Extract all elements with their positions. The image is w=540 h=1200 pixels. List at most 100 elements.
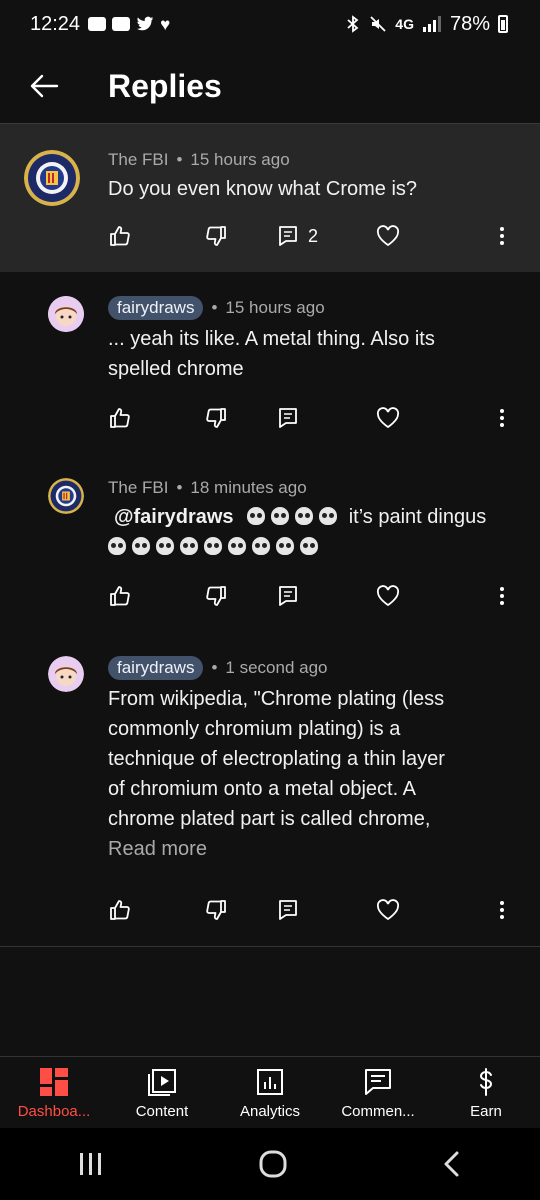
heart-icon — [376, 585, 400, 607]
heart-notification-icon: ♥ — [160, 14, 171, 34]
skull-emoji — [295, 507, 314, 525]
reply-item: The FBI • 18 minutes ago @fairydraws it’… — [0, 462, 540, 634]
reply-button[interactable] — [278, 398, 298, 438]
content-icon — [148, 1069, 176, 1096]
recent-apps-icon[interactable] — [76, 1151, 106, 1177]
skull-emoji — [247, 507, 266, 525]
battery-icon — [498, 15, 508, 33]
nav-comments[interactable]: Commen... — [324, 1057, 432, 1128]
parent-comment: The FBI • 15 hours ago Do you even know … — [0, 124, 540, 272]
earn-icon — [479, 1068, 493, 1096]
reply-actions — [0, 398, 540, 438]
network-type: 4G — [395, 16, 414, 32]
reply-icon — [279, 900, 297, 920]
reply-text-line: of chromium onto a metal object. A — [108, 778, 416, 800]
fbi-seal-icon — [24, 150, 80, 206]
user-avatar[interactable] — [48, 296, 84, 332]
bluetooth-icon — [347, 15, 359, 33]
author-chip[interactable]: fairydraws — [108, 296, 204, 320]
reply-time: 15 hours ago — [225, 298, 325, 317]
page-title: Replies — [108, 67, 222, 104]
reply-time: 1 second ago — [225, 658, 328, 677]
app-header: Replies — [0, 48, 540, 124]
nav-label: Analytics — [239, 1103, 301, 1120]
heart-button[interactable] — [376, 216, 400, 256]
user-avatar[interactable] — [48, 656, 84, 692]
reply-item: fairydraws • 1 second ago From wikipedia… — [0, 634, 540, 946]
nav-label: Earn — [470, 1103, 502, 1120]
skull-emoji — [319, 507, 338, 525]
more-options-button[interactable] — [492, 576, 512, 616]
comment-meta: The FBI • 15 hours ago — [108, 150, 290, 170]
reply-text-line: From wikipedia, "Chrome plating (less — [108, 688, 445, 710]
dislike-button[interactable] — [204, 576, 228, 616]
home-icon[interactable] — [258, 1149, 288, 1179]
read-more-link[interactable]: Read more — [108, 834, 528, 864]
fbi-seal-icon — [48, 478, 84, 514]
reply-button[interactable] — [278, 576, 298, 616]
nav-analytics[interactable]: Analytics — [216, 1057, 324, 1128]
reply-text-line: spelled chrome — [108, 358, 244, 380]
reply-icon — [279, 408, 297, 428]
meta-separator: • — [211, 658, 218, 677]
reply-text: @fairydraws it’s paint dingus — [108, 502, 518, 562]
youtube-notification-icon — [112, 17, 131, 31]
bottom-navigation: Dashboa... Content Analytics Commen... E… — [0, 1056, 540, 1128]
more-options-button[interactable] — [492, 216, 512, 256]
list-divider — [0, 946, 540, 947]
author-chip[interactable]: fairydraws — [108, 656, 204, 680]
reply-icon — [279, 586, 297, 606]
more-vert-icon — [500, 409, 504, 427]
comment-author[interactable]: The FBI — [108, 150, 168, 170]
nav-earn[interactable]: Earn — [432, 1057, 540, 1128]
like-button[interactable] — [108, 890, 132, 930]
fbi-seal-avatar[interactable] — [24, 150, 80, 206]
fbi-seal-avatar[interactable] — [48, 478, 84, 514]
thumbs-down-icon — [206, 408, 226, 428]
reply-count: 2 — [308, 225, 319, 246]
heart-button[interactable] — [376, 398, 400, 438]
dashboard-icon — [40, 1068, 68, 1096]
like-button[interactable] — [108, 216, 132, 256]
heart-button[interactable] — [376, 890, 400, 930]
like-button[interactable] — [108, 398, 132, 438]
twitter-notification-icon — [136, 16, 154, 31]
dislike-button[interactable] — [204, 890, 228, 930]
signal-icon — [422, 16, 441, 32]
skull-emoji — [276, 537, 294, 555]
reply-time: 18 minutes ago — [190, 478, 307, 497]
reply-meta: fairydraws • 15 hours ago — [108, 296, 325, 320]
dislike-button[interactable] — [204, 216, 228, 256]
reply-author[interactable]: The FBI — [108, 478, 168, 498]
status-bar: 12:24 ♥ 4G 78% — [0, 0, 540, 48]
system-back-icon[interactable] — [440, 1150, 464, 1178]
back-button[interactable] — [14, 56, 74, 116]
skull-emoji — [180, 537, 198, 555]
nav-dashboard[interactable]: Dashboa... — [0, 1057, 108, 1128]
heart-icon — [376, 225, 400, 247]
more-vert-icon — [500, 587, 504, 605]
like-button[interactable] — [108, 576, 132, 616]
reply-text-line: ... yeah its like. A metal thing. Also i… — [108, 328, 435, 350]
dislike-button[interactable] — [204, 398, 228, 438]
more-options-button[interactable] — [492, 398, 512, 438]
meta-separator: • — [176, 478, 183, 497]
comment-text: Do you even know what Crome is? — [108, 178, 418, 200]
skull-emoji — [156, 537, 174, 555]
heart-icon — [376, 899, 400, 921]
skull-emoji — [300, 537, 318, 555]
mention-link[interactable]: @fairydraws — [114, 506, 234, 528]
skull-emoji — [271, 507, 290, 525]
skull-emoji — [132, 537, 150, 555]
more-options-button[interactable] — [492, 890, 512, 930]
thumbs-down-icon — [206, 900, 226, 920]
reply-text-line: chrome plated part is called chrome, — [108, 808, 431, 830]
heart-button[interactable] — [376, 576, 400, 616]
skull-emoji — [228, 537, 246, 555]
reply-actions — [0, 576, 540, 616]
nav-content[interactable]: Content — [108, 1057, 216, 1128]
reply-button[interactable]: 2 — [278, 216, 318, 256]
battery-percent: 78% — [449, 12, 490, 35]
youtube-notification-icon — [88, 17, 107, 31]
reply-button[interactable] — [278, 890, 298, 930]
